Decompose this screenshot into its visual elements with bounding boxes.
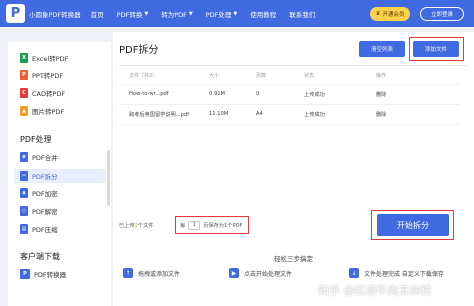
column-header-pages: 页数 [256,73,267,79]
step-item: ↑ 拖拽或添加文件 [123,268,180,278]
chevron-down-icon: ▼ [188,10,193,17]
table-row: 跨考后英国留学说明...pdf 11.10M A4 上传成功 删除 [119,111,459,121]
steps: ↑ 拖拽或添加文件 ▶ 点击开始处理文件 ↓ 文件处理完成 自定义下载保存 [119,268,468,282]
file-status: 上传成功 [304,92,325,98]
image-icon: ▲ [20,106,28,116]
nav-item-pdf-convert[interactable]: PDF转换 ▼ [117,9,149,19]
nav-item-to-pdf[interactable]: 转为PDF ▼ [161,9,193,19]
pdf-decrypt-icon: ○ [20,206,28,216]
crown-icon: ♛ [375,11,381,17]
cad-icon: C [20,88,28,98]
top-navbar: P 小圆象PDF转换器 首页 PDF转换 ▼ 转为PDF ▼ PDF处理 ▼ 使用教程… [0,0,474,27]
column-header-size: 大小 [209,73,220,79]
step-item: ↓ 文件处理完成 自定义下载保存 [349,268,444,278]
sidebar-group-pdf-process: PDF处理 [20,135,52,144]
sidebar-item-client-download[interactable]: P PDF转换器 [20,269,66,279]
sidebar-item-excel-to-pdf[interactable]: X Excel转PDF [20,53,68,63]
chevron-down-icon: ▼ [144,10,149,17]
excel-icon: X [20,53,28,63]
process-icon: ▶ [229,268,239,278]
column-header-op: 操作 [376,73,387,79]
sidebar-scrollbar[interactable] [107,150,110,206]
nav-item-pdf-process[interactable]: PDF处理 ▼ [206,9,238,19]
file-size: 11.10M [209,111,229,117]
chevron-down-icon: ▼ [233,10,238,17]
divider [119,104,459,105]
divider [119,124,459,125]
nav-item-contact[interactable]: 联系我们 [289,9,315,19]
sidebar-item-pdf-merge[interactable]: ⊕ PDF合并 [20,152,58,162]
file-name: How-to-wr...pdf [129,91,169,97]
sidebar-item-ppt-to-pdf[interactable]: P PPT转PDF [20,70,63,80]
pdf-split-icon: ✂ [20,171,28,181]
logo-text: 小圆象PDF转换器 [29,10,81,19]
file-status: 上传成功 [304,112,325,118]
upload-count: 已上传2个文件 [119,223,154,229]
pages-per-file-input[interactable]: 1 [188,220,201,230]
app-logo-icon: P [20,269,30,279]
highlight-box [409,37,464,61]
upload-icon: ↑ [123,268,133,278]
file-size: 0.91M [209,91,226,97]
file-pages: 0 [256,91,260,97]
logo[interactable]: P 小圆象PDF转换器 [6,4,81,23]
sidebar-item-image-to-pdf[interactable]: ▲ 图片转PDF [20,106,64,116]
pdf-encrypt-icon: 🔒︎ [20,188,28,198]
file-name: 跨考后英国留学说明...pdf [129,112,190,118]
sidebar-item-cad-to-pdf[interactable]: C CAD转PDF [20,88,65,98]
table-header: 文件（共2） 大小 页数 状态 操作 [119,72,459,82]
divider [119,65,468,66]
logo-icon: P [6,4,25,23]
sidebar-item-pdf-decrypt[interactable]: ○ PDF解密 [20,206,58,216]
sidebar-item-pdf-compress[interactable]: ▤ PDF压缩 [20,224,58,234]
login-button[interactable]: 立即登录 [420,7,464,21]
sidebar-item-pdf-split[interactable]: ✂ PDF拆分 [14,169,106,183]
divider [119,84,459,85]
delete-link[interactable]: 删除 [376,91,386,98]
clear-list-button[interactable]: 清空列表 [359,41,405,57]
watermark: 知乎 @红烧牛肉五块钱 [318,284,432,297]
action-bar: 已上传2个文件 每 1 页保存为1个PDF 开始拆分 [119,210,468,240]
nav-item-tutorial[interactable]: 使用教程 [250,9,276,19]
ppt-icon: P [20,70,28,80]
vip-button[interactable]: ♛ 开通会员 [370,7,410,21]
step-item: ▶ 点击开始处理文件 [229,268,292,278]
page-title: PDF拆分 [119,45,159,56]
sidebar: X Excel转PDF P PPT转PDF C CAD转PDF ▲ 图片转PDF… [8,42,111,306]
pdf-merge-icon: ⊕ [20,152,28,162]
download-icon: ↓ [349,268,359,278]
start-split-button[interactable]: 开始拆分 [377,214,449,236]
pdf-compress-icon: ▤ [20,224,28,234]
main-nav: 首页 PDF转换 ▼ 转为PDF ▼ PDF处理 ▼ 使用教程 联系我们 [91,9,329,19]
delete-link[interactable]: 删除 [376,111,386,118]
steps-title: 轻松三步搞定 [274,255,313,263]
sidebar-item-pdf-encrypt[interactable]: 🔒︎ PDF加密 [20,188,58,198]
column-header-file: 文件（共2） [129,73,158,79]
table-row: How-to-wr...pdf 0.91M 0 上传成功 删除 [119,91,459,101]
split-setting: 每 1 页保存为1个PDF [175,216,249,234]
file-pages: A4 [256,111,263,117]
main-panel: PDF拆分 清空列表 添加文件 文件（共2） 大小 页数 状态 操作 How-t… [113,32,474,306]
column-header-status: 状态 [304,73,315,79]
nav-item-home[interactable]: 首页 [91,9,104,19]
sidebar-group-download: 客户端下载 [20,252,60,261]
